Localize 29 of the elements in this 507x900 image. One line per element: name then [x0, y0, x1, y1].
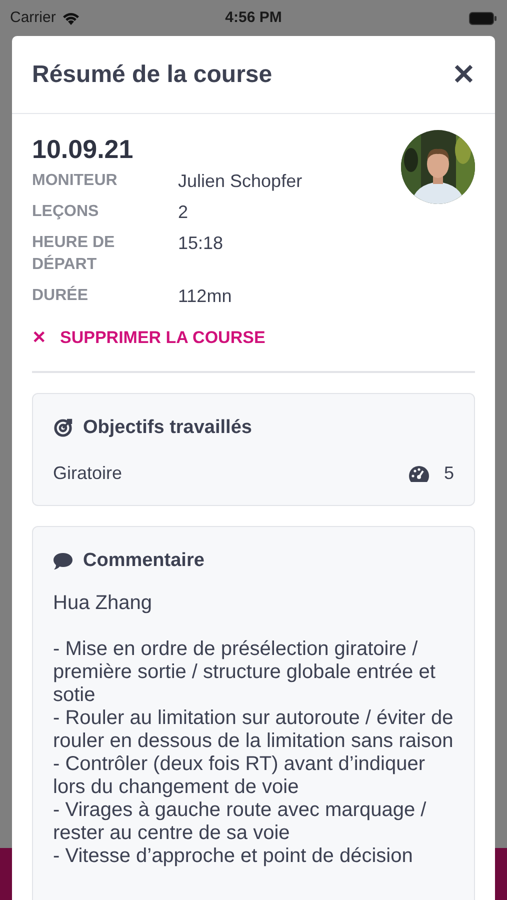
- detail-value: 15:18: [178, 232, 224, 254]
- objective-name: Giratoire: [53, 462, 122, 485]
- comment-author: Hua Zhang: [53, 592, 153, 614]
- speech-bubble-icon: [53, 552, 73, 570]
- modal-title: Résumé de la course: [32, 60, 272, 90]
- detail-value: 2: [178, 201, 188, 223]
- comment-line: - Vitesse d’approche et point de décision: [53, 844, 414, 868]
- status-time: 4:56 PM: [225, 8, 282, 28]
- objective-score: 5: [444, 462, 454, 485]
- wifi-icon: [62, 12, 80, 24]
- detail-value: Julien Schopfer: [178, 170, 302, 192]
- comment-line: - Contrôler (deux fois RT) avant d’indiquer lors du changement de voie: [53, 752, 426, 798]
- detail-label: LEÇONS: [32, 202, 100, 222]
- comment-line: - Virages à gauche route avec marquage / rester au centre de sa voie: [53, 798, 428, 844]
- target-icon: [53, 418, 73, 438]
- detail-label: MONITEUR: [32, 171, 118, 191]
- gauge-icon: [408, 464, 430, 482]
- detail-label: DURÉE: [32, 285, 90, 306]
- card-title: Objectifs travaillés: [83, 416, 252, 440]
- detail-value: 112mn: [178, 285, 232, 307]
- battery-icon: [469, 12, 497, 24]
- course-date: 10.09.21: [32, 133, 134, 166]
- carrier-label: Carrier: [10, 8, 56, 28]
- delete-course-button[interactable]: ✕ SUPPRIMER LA COURSE: [32, 325, 266, 350]
- card-title: Commentaire: [83, 549, 204, 573]
- detail-label: HEURE DE DÉPART: [32, 233, 116, 275]
- comment-line: - Mise en ordre de présélection giratoire / première sortie / structure globale entrée et sotie: [53, 638, 436, 706]
- close-button[interactable]: ✕: [452, 60, 475, 88]
- comment-line: - Rouler au limitation sur autoroute / éviter de rouler en dessous de la limitation sans raison: [53, 706, 454, 752]
